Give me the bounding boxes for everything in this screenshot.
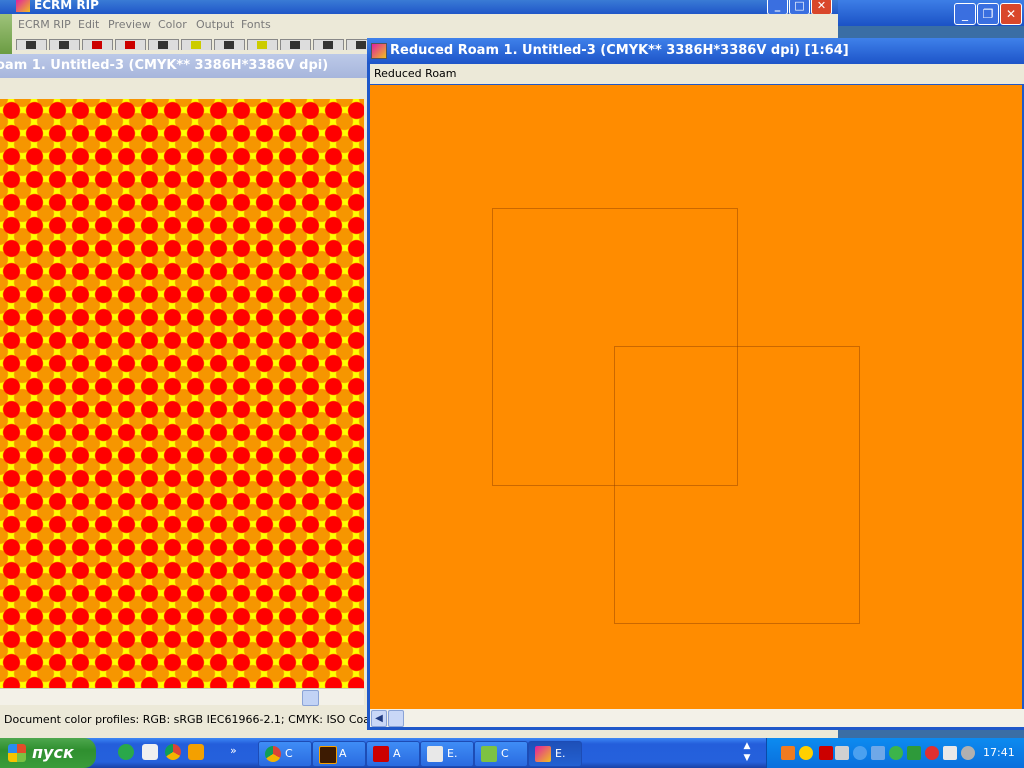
system-tray: 17:41 — [766, 738, 1024, 768]
scroll-thumb[interactable] — [302, 690, 319, 706]
chrome-icon — [265, 746, 281, 762]
frame-restore-button[interactable]: ❐ — [977, 3, 999, 25]
network-icon[interactable] — [871, 746, 885, 760]
close-button[interactable]: ✕ — [811, 0, 832, 14]
minimize-button[interactable]: _ — [767, 0, 788, 14]
show-desktop-icon[interactable] — [142, 744, 158, 760]
acrobat-icon — [373, 746, 389, 762]
toolbar-button[interactable] — [49, 39, 80, 50]
tray-app-icon[interactable] — [943, 746, 957, 760]
status-text: Document color profiles: RGB: sRGB IEC61… — [4, 713, 370, 726]
frame-close-button[interactable]: ✕ — [1000, 3, 1022, 25]
toolbar-button[interactable] — [115, 39, 146, 50]
maximize-button[interactable]: □ — [789, 0, 810, 14]
tray-app-icon[interactable] — [961, 746, 975, 760]
illustrator-icon — [319, 746, 337, 764]
volume-icon[interactable] — [835, 746, 849, 760]
ecrm-icon — [535, 746, 551, 762]
reduced-roam-menubar: Reduced Roam — [370, 64, 1024, 84]
left-horizontal-scrollbar[interactable] — [0, 688, 364, 706]
roam-window-left-title: oam 1. Untitled-3 (CMYK** 3386H*3386V dp… — [0, 58, 329, 73]
chrome-icon[interactable] — [165, 744, 181, 760]
start-label: пуск — [32, 743, 74, 762]
taskbar-button[interactable]: E. — [528, 741, 582, 767]
menu-color[interactable]: Color — [158, 18, 187, 31]
toolbar-button[interactable] — [346, 39, 368, 50]
frame-titlebar: _ ❐ ✕ — [838, 0, 1024, 26]
toolbar-button[interactable] — [82, 39, 113, 50]
ecrm-app-icon — [16, 0, 30, 12]
tray-security-icon[interactable] — [925, 746, 939, 760]
page-frame-rect[interactable] — [614, 346, 860, 624]
roam-window-left: oam 1. Untitled-3 (CMYK** 3386H*3386V dp… — [0, 54, 368, 710]
taskbar-button[interactable]: C — [474, 741, 528, 767]
more-icon[interactable]: » — [230, 744, 240, 760]
toolbar-button[interactable] — [214, 39, 245, 50]
menu-reduced-roam[interactable]: Reduced Roam — [374, 67, 457, 80]
main-window-title: ECRM RIP — [34, 0, 99, 12]
menu-output[interactable]: Output — [196, 18, 234, 31]
toolbar-button[interactable] — [148, 39, 179, 50]
toolbar-button[interactable] — [181, 39, 212, 50]
tray-app-icon[interactable] — [889, 746, 903, 760]
main-toolbar — [12, 36, 368, 50]
ecrm-app-icon — [371, 43, 387, 59]
taskbar-button[interactable]: E. — [420, 741, 474, 767]
toolbar-button[interactable] — [313, 39, 344, 50]
windows-logo-icon — [8, 744, 26, 762]
pilcrow-icon[interactable] — [188, 744, 204, 760]
menu-edit[interactable]: Edit — [78, 18, 99, 31]
tray-app-icon[interactable] — [907, 746, 921, 760]
tray-app-icon[interactable] — [853, 746, 867, 760]
taskbar-button[interactable]: C — [258, 741, 312, 767]
reduced-roam-window: Reduced Roam 1. Untitled-3 (CMYK** 3386H… — [367, 38, 1024, 730]
toolbar-button[interactable] — [16, 39, 47, 50]
left-edge-strip — [0, 14, 12, 54]
corel-icon — [481, 746, 497, 762]
tray-app-icon[interactable] — [799, 746, 813, 760]
tray-app-icon[interactable] — [781, 746, 795, 760]
scroll-left-arrow-icon[interactable]: ◀ — [371, 710, 387, 727]
halftone-preview[interactable] — [0, 99, 364, 695]
roam-window-left-titlebar[interactable]: oam 1. Untitled-3 (CMYK** 3386H*3386V dp… — [0, 54, 368, 78]
taskbar-scroll-arrows[interactable]: ▲ ▼ — [740, 740, 754, 766]
main-menubar: ECRM RIP Edit Preview Color Output Fonts — [12, 14, 838, 36]
menu-preview[interactable]: Preview — [108, 18, 151, 31]
menu-fonts[interactable]: Fonts — [241, 18, 271, 31]
reduced-roam-canvas[interactable] — [370, 85, 1022, 709]
tray-acrobat-icon[interactable] — [819, 746, 833, 760]
reduced-roam-title: Reduced Roam 1. Untitled-3 (CMYK** 3386H… — [390, 43, 849, 58]
utorrent-icon[interactable] — [118, 744, 134, 760]
frame-minimize-button[interactable]: _ — [954, 3, 976, 25]
status-bar: Document color profiles: RGB: sRGB IEC61… — [0, 710, 370, 730]
clock[interactable]: 17:41 — [983, 746, 1015, 759]
scroll-thumb[interactable] — [388, 710, 404, 727]
reduced-roam-titlebar[interactable]: Reduced Roam 1. Untitled-3 (CMYK** 3386H… — [367, 38, 1024, 64]
toolbar-button[interactable] — [247, 39, 278, 50]
menu-ecrm-rip[interactable]: ECRM RIP — [18, 18, 71, 31]
taskbar-button[interactable]: A — [366, 741, 420, 767]
taskbar-button[interactable]: A — [312, 741, 366, 767]
roam-horizontal-scrollbar[interactable]: ◀ — [370, 709, 1024, 727]
start-button[interactable]: пуск — [0, 738, 96, 768]
window-icon — [427, 746, 443, 762]
toolbar-button[interactable] — [280, 39, 311, 50]
taskbar: пуск » C A A E. C E. ▲ ▼ 17:41 — [0, 738, 1024, 768]
main-titlebar: ECRM RIP _ □ ✕ — [0, 0, 838, 14]
